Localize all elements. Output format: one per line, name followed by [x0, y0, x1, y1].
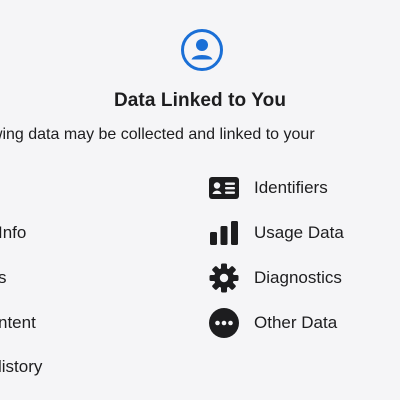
data-type-other-data: Other Data	[208, 307, 337, 339]
left-item-history: listory	[0, 357, 43, 376]
privacy-data-panel: Data Linked to You owing data may be col…	[0, 0, 400, 400]
person-circle-icon	[181, 29, 223, 71]
bar-chart-icon	[210, 221, 238, 245]
data-type-identifiers: Identifiers	[208, 172, 328, 204]
data-type-usage-data: Usage Data	[208, 217, 344, 249]
gear-icon	[209, 263, 239, 293]
data-type-label: Other Data	[254, 313, 338, 332]
data-type-label: Diagnostics	[254, 268, 342, 287]
id-card-icon	[209, 177, 239, 199]
section-title: Data Linked to You	[113, 90, 287, 111]
ellipsis-circle-icon	[209, 308, 239, 338]
data-type-diagnostics: Diagnostics	[208, 262, 342, 294]
section-description: owing data may be collected and linked t…	[0, 126, 315, 143]
left-item-s: s	[0, 268, 7, 287]
left-item-content: ntent	[0, 313, 36, 332]
data-type-label: Identifiers	[254, 178, 328, 197]
data-type-label: Usage Data	[254, 223, 344, 242]
left-item-info: Info	[0, 223, 27, 242]
